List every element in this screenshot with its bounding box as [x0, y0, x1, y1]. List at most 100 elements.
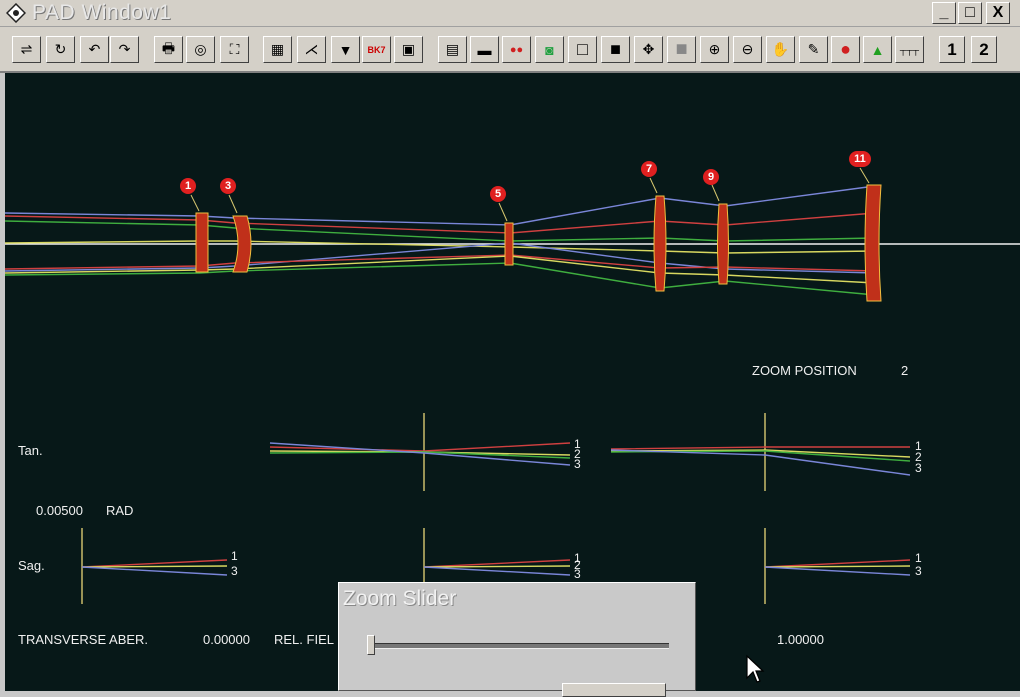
vignette-icon: ▼	[338, 41, 353, 58]
white-square-icon: □	[577, 39, 588, 59]
sag-fan-right	[764, 528, 911, 604]
hand-button[interactable]: ✋	[766, 36, 795, 63]
fit-view-button[interactable]: ⛶	[220, 36, 249, 63]
pencil-button[interactable]: ✎	[799, 36, 828, 63]
minimize-button[interactable]: _	[932, 2, 956, 24]
relative-field-label: REL. FIEL	[274, 632, 334, 647]
surface-label-7: 7	[641, 161, 657, 177]
fan-number: 3	[915, 564, 922, 578]
frame-icon: ▣	[401, 41, 416, 57]
zoom-slider-track[interactable]	[369, 643, 669, 649]
transverse-aberration-label: TRANSVERSE ABER.	[18, 632, 149, 647]
mouse-cursor-icon	[746, 654, 765, 683]
redo-icon: ↷	[118, 41, 131, 57]
sliders-button[interactable]: ⇌	[12, 36, 41, 63]
refresh-icon: ↻	[54, 41, 67, 57]
black-square-button[interactable]: ■	[601, 36, 630, 63]
expand-button[interactable]: ✥	[634, 36, 663, 63]
fan-number: 3	[574, 567, 581, 581]
camera-button[interactable]: ◙	[535, 36, 564, 63]
sag-fan-left	[81, 528, 228, 604]
lens-11	[864, 184, 882, 302]
fan-number: 3	[915, 461, 922, 475]
app-icon	[6, 3, 26, 23]
print-button[interactable]: 🖶	[154, 36, 183, 63]
film-button[interactable]: ▦	[263, 36, 292, 63]
color-dots-icon: ●●	[509, 43, 524, 56]
expand-icon: ✥	[642, 41, 655, 57]
relative-field-value: 1.00000	[777, 632, 824, 647]
print-icon: 🖶	[161, 39, 176, 56]
lens-1	[195, 212, 209, 273]
red-marker-icon: ●	[840, 39, 851, 59]
vignette-button[interactable]: ▼	[331, 36, 360, 63]
ray-yellow-mid	[5, 240, 876, 254]
fan-number: 3	[574, 457, 581, 471]
label-leaders	[190, 167, 870, 222]
grid-icon: ▤	[445, 41, 460, 57]
surface-label-9: 9	[703, 169, 719, 185]
sag-label: Sag.	[18, 558, 45, 573]
surface-label-11: 11	[849, 151, 871, 167]
zoom-in-button[interactable]: ⊕	[700, 36, 729, 63]
transverse-aberration-value: 0.00000	[203, 632, 250, 647]
redo-button[interactable]: ↷	[110, 36, 139, 63]
tan-fan-right	[610, 413, 911, 491]
page-2-button[interactable]: 2	[971, 36, 997, 63]
keypad-button[interactable]: ▬	[470, 36, 499, 63]
refresh-button[interactable]: ↻	[46, 36, 75, 63]
surface-label-5: 5	[490, 186, 506, 202]
zoom-in-icon: ⊕	[708, 41, 721, 57]
ruler-button[interactable]: ┬┬┬	[895, 36, 924, 63]
ray-blue-bottom	[5, 242, 876, 274]
surface-label-3: 3	[220, 178, 236, 194]
zoom-position-value: 2	[901, 363, 909, 378]
lens-5	[504, 222, 514, 266]
page-1-button[interactable]: 1	[939, 36, 965, 63]
red-marker-button[interactable]: ●	[831, 36, 860, 63]
frame-button[interactable]: ▣	[394, 36, 423, 63]
zoom-slider-button[interactable]	[562, 683, 666, 697]
zoom-out-icon: ⊖	[741, 41, 754, 57]
title-bar: PAD Window1 _ □ X	[0, 0, 1020, 27]
color-marker-icon: ▲	[870, 41, 885, 58]
scale-unit: RAD	[106, 503, 134, 518]
zoom-position-label: ZOOM POSITION	[752, 363, 857, 378]
keypad-icon: ▬	[477, 41, 492, 58]
tan-fan-left	[269, 413, 571, 491]
maximize-button[interactable]: □	[958, 2, 982, 24]
zoom-lens-button[interactable]: ◎	[186, 36, 215, 63]
glass-code-icon: BK7	[367, 44, 386, 55]
toolbar: ⇌ ↻ ↶ ↷ 🖶 ◎ ⛶ ▦ ⋌ ▼ BK7 ▣ ▤ ▬ ●● ◙ □ ■ ✥ ■ ⊕ ⊖ ✋ ✎ ● ▲ ┬┬┬ 1 2	[0, 27, 1020, 73]
fan-number: 1	[915, 551, 922, 565]
fit-view-icon: ⛶	[229, 41, 240, 57]
color-dots-button[interactable]: ●●	[502, 36, 531, 63]
lens-9	[717, 203, 729, 285]
black-square-icon: ■	[610, 39, 621, 59]
film-icon: ▦	[270, 41, 285, 57]
fan-number: 1	[231, 549, 238, 563]
zoom-lens-icon: ◎	[194, 41, 207, 57]
zoom-slider-title: Zoom Slider	[343, 587, 457, 610]
white-square-button[interactable]: □	[568, 36, 597, 63]
lens-7	[653, 195, 667, 292]
undo-button[interactable]: ↶	[80, 36, 109, 63]
zoom-out-button[interactable]: ⊖	[733, 36, 762, 63]
tan-label: Tan.	[18, 443, 43, 458]
glass-code-button[interactable]: BK7	[362, 36, 391, 63]
fan-number: 3	[231, 564, 238, 578]
surface-label-1: 1	[180, 178, 196, 194]
gray-square-button[interactable]: ■	[667, 36, 696, 63]
grid-button[interactable]: ▤	[438, 36, 467, 63]
gray-square-icon: ■	[675, 38, 688, 60]
hand-icon: ✋	[771, 41, 790, 57]
zoom-slider-thumb[interactable]	[367, 635, 375, 655]
ray-fan-icon: ⋌	[304, 41, 319, 57]
close-button[interactable]: X	[986, 2, 1010, 24]
ray-fan-button[interactable]: ⋌	[297, 36, 326, 63]
camera-icon: ◙	[545, 41, 554, 58]
scale-value: 0.00500	[36, 503, 83, 518]
sliders-icon: ⇌	[20, 41, 33, 57]
color-marker-button[interactable]: ▲	[863, 36, 892, 63]
window-title: PAD Window1	[32, 1, 172, 24]
